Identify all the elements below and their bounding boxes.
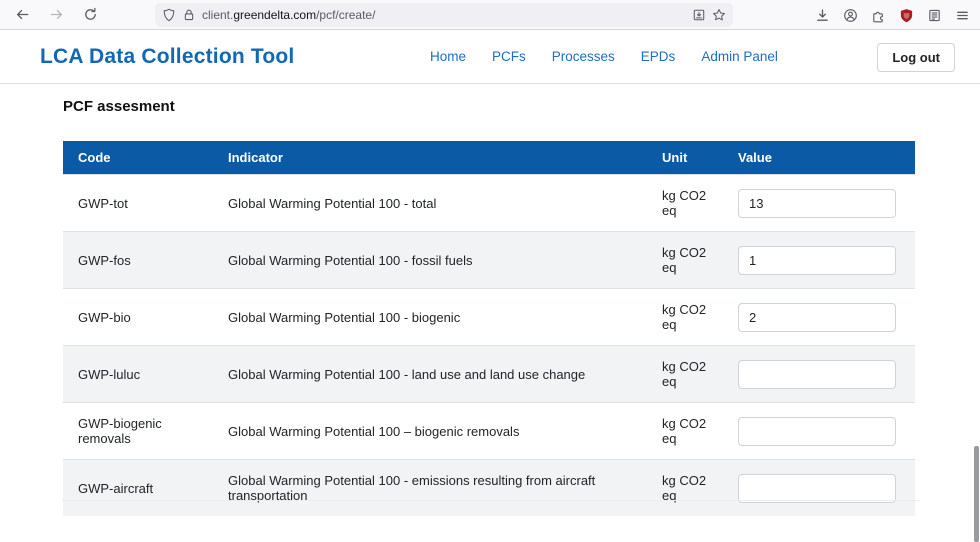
indicator-cell: Global Warming Potential 100 - fossil fu… [213, 232, 647, 289]
browser-toolbar: client.greendelta.com/pcf/create/ [0, 0, 980, 30]
sidebar-document-icon[interactable] [927, 8, 942, 23]
value-input[interactable] [738, 246, 896, 275]
nav-item-home[interactable]: Home [430, 49, 466, 64]
value-cell [723, 175, 915, 232]
code-cell: GWP-luluc [63, 346, 213, 403]
nav-item-admin-panel[interactable]: Admin Panel [701, 49, 778, 64]
nav-item-processes[interactable]: Processes [552, 49, 615, 64]
code-cell: GWP-bio [63, 289, 213, 346]
nav-item-pcfs[interactable]: PCFs [492, 49, 526, 64]
forward-icon [49, 7, 64, 22]
table-row: GWP-tot Global Warming Potential 100 - t… [63, 175, 915, 232]
nav-item-epds[interactable]: EPDs [641, 49, 676, 64]
value-cell [723, 289, 915, 346]
footer-divider [62, 500, 920, 501]
indicator-cell: Global Warming Potential 100 – biogenic … [213, 403, 647, 460]
code-cell: GWP-biogenic removals [63, 403, 213, 460]
menu-icon[interactable] [955, 8, 970, 23]
forward-button[interactable] [42, 3, 70, 27]
page-title: PCF assesment [63, 98, 915, 115]
unit-cell: kg CO2 eq [647, 460, 723, 517]
value-input[interactable] [738, 360, 896, 389]
pcf-table: Code Indicator Unit Value GWP-tot Global… [63, 141, 915, 516]
url-bar[interactable]: client.greendelta.com/pcf/create/ [155, 3, 733, 27]
column-header-indicator: Indicator [213, 141, 647, 175]
code-cell: GWP-tot [63, 175, 213, 232]
shield-permissions-icon[interactable] [162, 8, 176, 22]
main-nav: Home PCFs Processes EPDs Admin Panel [430, 49, 778, 64]
value-cell [723, 232, 915, 289]
table-row: GWP-luluc Global Warming Potential 100 -… [63, 346, 915, 403]
value-input[interactable] [738, 189, 896, 218]
url-path: /pcf/create/ [316, 8, 375, 22]
app-title[interactable]: LCA Data Collection Tool [40, 45, 294, 69]
value-cell [723, 346, 915, 403]
back-icon [15, 7, 30, 22]
extensions-icon[interactable] [871, 8, 886, 23]
logout-button[interactable]: Log out [877, 43, 955, 72]
indicator-cell: Global Warming Potential 100 - emissions… [213, 460, 647, 517]
bookmark-star-icon[interactable] [712, 8, 726, 22]
value-cell [723, 460, 915, 517]
column-header-value: Value [723, 141, 915, 175]
value-input[interactable] [738, 417, 896, 446]
lock-icon[interactable] [182, 8, 196, 22]
url-prefix: client. [202, 8, 233, 22]
column-header-unit: Unit [647, 141, 723, 175]
site-header: LCA Data Collection Tool Home PCFs Proce… [0, 30, 980, 84]
page-content: PCF assesment Code Indicator Unit Value … [0, 98, 980, 516]
indicator-cell: Global Warming Potential 100 - biogenic [213, 289, 647, 346]
table-row: GWP-aircraft Global Warming Potential 10… [63, 460, 915, 517]
download-icon[interactable] [815, 8, 830, 23]
value-input[interactable] [738, 303, 896, 332]
back-button[interactable] [8, 3, 36, 27]
column-header-code: Code [63, 141, 213, 175]
unit-cell: kg CO2 eq [647, 175, 723, 232]
scrollbar-thumb[interactable] [974, 446, 979, 542]
ublock-shield-icon[interactable] [899, 8, 914, 23]
reload-icon [83, 7, 98, 22]
table-row: GWP-bio Global Warming Potential 100 - b… [63, 289, 915, 346]
code-cell: GWP-fos [63, 232, 213, 289]
unit-cell: kg CO2 eq [647, 403, 723, 460]
table-body: GWP-tot Global Warming Potential 100 - t… [63, 175, 915, 517]
unit-cell: kg CO2 eq [647, 232, 723, 289]
unit-cell: kg CO2 eq [647, 289, 723, 346]
save-page-icon[interactable] [692, 8, 706, 22]
table-header-row: Code Indicator Unit Value [63, 141, 915, 175]
url-domain: greendelta.com [233, 8, 316, 22]
indicator-cell: Global Warming Potential 100 - total [213, 175, 647, 232]
value-input[interactable] [738, 474, 896, 503]
reload-button[interactable] [76, 3, 104, 27]
table-row: GWP-biogenic removals Global Warming Pot… [63, 403, 915, 460]
indicator-cell: Global Warming Potential 100 - land use … [213, 346, 647, 403]
code-cell: GWP-aircraft [63, 460, 213, 517]
url-text: client.greendelta.com/pcf/create/ [202, 8, 375, 22]
account-icon[interactable] [843, 8, 858, 23]
value-cell [723, 403, 915, 460]
unit-cell: kg CO2 eq [647, 346, 723, 403]
table-row: GWP-fos Global Warming Potential 100 - f… [63, 232, 915, 289]
